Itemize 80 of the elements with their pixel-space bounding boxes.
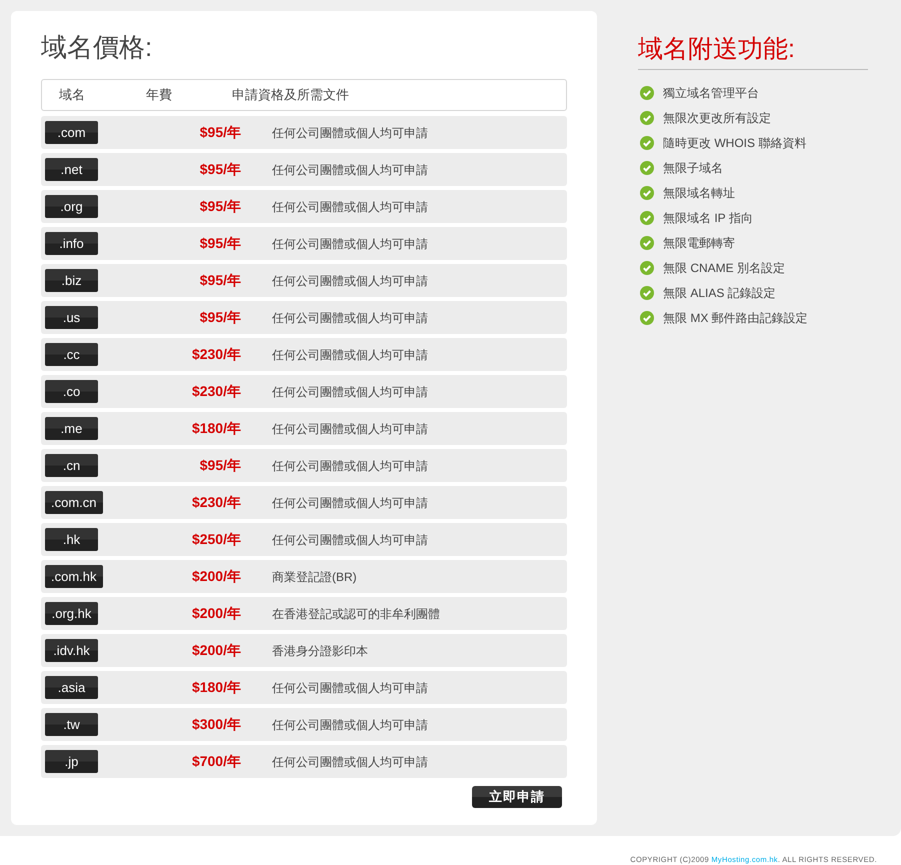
price-text: $300/年 xyxy=(190,715,241,734)
price-text: $200/年 xyxy=(190,567,241,586)
requirement-text: 任何公司團體或個人均可申請 xyxy=(272,162,428,178)
domain-tag: .us xyxy=(45,306,98,329)
price-text: $95/年 xyxy=(198,160,241,179)
section-title: 域名價格: xyxy=(41,31,152,64)
check-icon xyxy=(640,236,654,250)
requirement-text: 任何公司團體或個人均可申請 xyxy=(272,384,428,400)
check-icon xyxy=(640,211,654,225)
feature-text: 無限 MX 郵件路由記錄設定 xyxy=(663,310,808,327)
domain-tag: .me xyxy=(45,417,98,440)
section-title: 域名附送功能: xyxy=(638,34,796,65)
requirement-text: 任何公司團體或個人均可申請 xyxy=(272,310,428,326)
requirement-text: 任何公司團體或個人均可申請 xyxy=(272,346,428,364)
price-text: $200/年 xyxy=(190,641,241,660)
feature-text: 無限域名轉址 xyxy=(663,185,735,202)
requirement-text: 商業登記證(BR) xyxy=(272,568,357,586)
requirement-text: 任何公司團體或個人均可申請 xyxy=(272,124,428,142)
price-text: $95/年 xyxy=(198,197,241,216)
price-text: $180/年 xyxy=(190,419,241,438)
price-text: $200/年 xyxy=(190,604,241,623)
requirement-text: 香港身分證影印本 xyxy=(272,642,368,660)
check-icon xyxy=(640,136,654,150)
check-icon xyxy=(640,186,654,200)
price-text: $700/年 xyxy=(190,752,241,771)
price-text: $95/年 xyxy=(198,271,241,290)
domain-tag: .idv.hk xyxy=(45,639,98,662)
feature-text: 無限 CNAME 別名設定 xyxy=(663,260,786,277)
requirement-text: 任何公司團體或個人均可申請 xyxy=(272,716,428,734)
feature-text: 無限子域名 xyxy=(663,160,723,177)
domain-tag: .org.hk xyxy=(45,602,98,625)
requirement-text: 任何公司團體或個人均可申請 xyxy=(272,198,428,216)
domain-tag: .tw xyxy=(45,713,98,736)
domain-tag: .co xyxy=(45,380,98,403)
requirement-text: 任何公司團體或個人均可申請 xyxy=(272,272,428,290)
feature-text: 無限次更改所有設定 xyxy=(663,110,771,127)
requirement-text: 任何公司團體或個人均可申請 xyxy=(272,494,428,512)
requirement-text: 任何公司團體或個人均可申請 xyxy=(272,754,428,770)
price-text: $95/年 xyxy=(198,234,241,253)
check-icon xyxy=(640,111,654,125)
price-text: $230/年 xyxy=(190,382,241,401)
domain-tag: .com xyxy=(45,121,98,144)
column-header: 年費 xyxy=(146,86,173,104)
domain-tag: .asia xyxy=(45,676,98,699)
feature-text: 無限電郵轉寄 xyxy=(663,235,735,252)
price-text: $95/年 xyxy=(198,308,241,327)
apply-button[interactable]: 立即申請 xyxy=(472,786,562,808)
domain-tag: .com.cn xyxy=(45,491,103,514)
price-text: $230/年 xyxy=(190,493,241,512)
price-text: $95/年 xyxy=(198,123,241,142)
domain-tag: .info xyxy=(45,232,98,255)
check-icon xyxy=(640,161,654,175)
price-text: $250/年 xyxy=(190,530,241,549)
requirement-text: 任何公司團體或個人均可申請 xyxy=(272,680,428,696)
column-header: 域名 xyxy=(58,86,86,104)
price-text: $230/年 xyxy=(190,345,241,364)
domain-tag: .net xyxy=(45,158,98,181)
requirement-text: 任何公司團體或個人均可申請 xyxy=(272,236,428,252)
price-text: $95/年 xyxy=(198,456,241,475)
feature-text: 無限域名 IP 指向 xyxy=(663,210,753,227)
feature-text: 無限 ALIAS 記錄設定 xyxy=(663,285,776,302)
domain-tag: .biz xyxy=(45,269,98,292)
check-icon xyxy=(640,311,654,325)
domain-tag: .cn xyxy=(45,454,98,477)
price-text: $180/年 xyxy=(190,678,241,697)
domain-tag: .cc xyxy=(45,343,98,366)
requirement-text: 任何公司團體或個人均可申請 xyxy=(272,420,428,438)
column-header: 申請資格及所需文件 xyxy=(232,86,350,104)
check-icon xyxy=(640,261,654,275)
requirement-text: 任何公司團體或個人均可申請 xyxy=(272,458,428,474)
check-icon xyxy=(640,286,654,300)
feature-text: 獨立域名管理平台 xyxy=(663,85,759,102)
requirement-text: 在香港登記或認可的非牟利團體 xyxy=(272,606,440,622)
feature-text: 隨時更改 WHOIS 聯絡資料 xyxy=(663,135,806,152)
domain-tag: .com.hk xyxy=(45,565,103,588)
requirement-text: 任何公司團體或個人均可申請 xyxy=(272,532,428,548)
domain-tag: .hk xyxy=(45,528,98,551)
domain-tag: .org xyxy=(45,195,98,218)
domain-tag: .jp xyxy=(45,750,98,773)
check-icon xyxy=(640,86,654,100)
